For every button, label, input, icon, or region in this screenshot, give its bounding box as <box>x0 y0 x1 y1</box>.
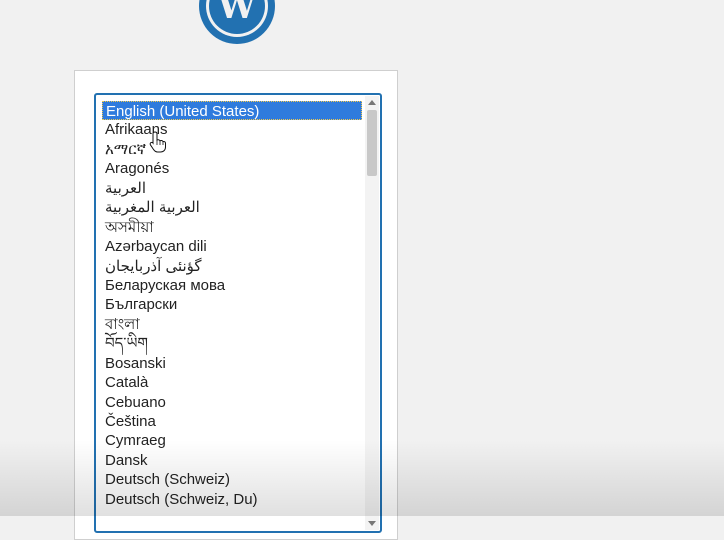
language-option[interactable]: Dansk <box>102 451 362 470</box>
language-option[interactable]: አማርኛ <box>102 140 362 159</box>
wordpress-logo-icon: W <box>199 0 275 44</box>
language-option[interactable]: Cymraeg <box>102 431 362 450</box>
language-option[interactable]: Čeština <box>102 412 362 431</box>
language-option[interactable]: བོད་ཡིག <box>102 334 362 353</box>
language-option[interactable]: العربية المغربية <box>102 198 362 217</box>
language-option[interactable]: Беларуская мова <box>102 276 362 295</box>
language-list-scrollbar[interactable] <box>365 96 379 530</box>
scroll-up-icon[interactable] <box>368 100 376 105</box>
language-option[interactable]: Cebuano <box>102 393 362 412</box>
language-option[interactable]: Aragonés <box>102 159 362 178</box>
language-option[interactable]: অসমীয়া <box>102 218 362 237</box>
language-option[interactable]: Azərbaycan dili <box>102 237 362 256</box>
language-option[interactable]: Català <box>102 373 362 392</box>
language-option[interactable]: বাংলা <box>102 315 362 334</box>
scrollbar-thumb[interactable] <box>367 110 377 176</box>
language-select-list[interactable]: English (United States) Afrikaans አማርኛ Arag… <box>94 93 382 533</box>
language-option[interactable]: Deutsch (Schweiz, Du) <box>102 490 362 509</box>
svg-text:W: W <box>217 0 257 27</box>
language-option[interactable]: گؤنئی آذربایجان <box>102 257 362 276</box>
language-option[interactable]: Български <box>102 295 362 314</box>
language-option[interactable]: Deutsch (Schweiz) <box>102 470 362 489</box>
language-option[interactable]: العربية <box>102 179 362 198</box>
scroll-down-icon[interactable] <box>368 521 376 526</box>
language-option[interactable]: Afrikaans <box>102 120 362 139</box>
language-option[interactable]: Bosanski <box>102 354 362 373</box>
language-option-selected[interactable]: English (United States) <box>102 101 362 121</box>
language-options: English (United States) Afrikaans አማርኛ Arag… <box>102 101 362 509</box>
